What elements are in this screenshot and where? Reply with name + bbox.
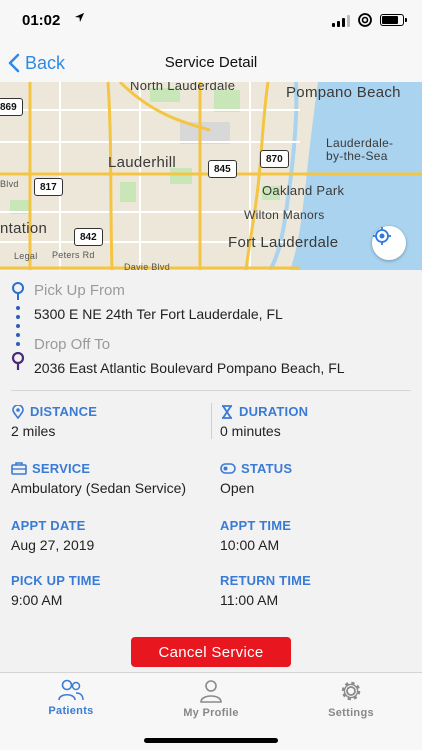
status-label: STATUS xyxy=(220,461,292,476)
tab-settings[interactable]: Settings xyxy=(296,679,406,725)
patients-icon xyxy=(58,679,84,701)
toggle-icon xyxy=(220,463,236,474)
status-time: 01:02 xyxy=(22,12,61,29)
route-shield-870: 870 xyxy=(260,150,289,168)
tab-my-profile[interactable]: My Profile xyxy=(156,679,266,725)
navigation-bar: Back Service Detail xyxy=(0,44,422,82)
return-time-label: RETURN TIME xyxy=(220,573,312,588)
tab-label-settings: Settings xyxy=(328,707,374,719)
locate-target-icon xyxy=(373,227,391,245)
home-indicator xyxy=(144,738,278,743)
profile-icon xyxy=(200,680,222,703)
vertical-divider xyxy=(211,403,212,439)
briefcase-icon xyxy=(11,462,27,475)
cellular-signal-icon xyxy=(332,15,352,27)
duration-label-text: DURATION xyxy=(239,404,309,419)
map-label-wilton-manors: Wilton Manors xyxy=(244,208,325,222)
appt-date-label: APPT DATE xyxy=(11,518,86,533)
dropoff-address: 2036 East Atlantic Boulevard Pompano Bea… xyxy=(34,360,345,376)
service-detail-content: Pick Up From 5300 E NE 24th Ter Fort Lau… xyxy=(0,270,422,672)
distance-value: 2 miles xyxy=(11,423,56,439)
route-map[interactable]: 869 845 870 817 842 North Lauderdale Pom… xyxy=(0,82,422,270)
map-label-oakland-park: Oakland Park xyxy=(262,183,345,198)
tab-label-patients: Patients xyxy=(48,705,94,717)
service-label: SERVICE xyxy=(11,461,90,476)
distance-label: DISTANCE xyxy=(11,404,97,419)
pickup-time-value: 9:00 AM xyxy=(11,592,63,608)
status-label-text: STATUS xyxy=(241,461,293,476)
distance-label-text: DISTANCE xyxy=(30,404,98,419)
return-time-value: 11:00 AM xyxy=(220,592,279,608)
route-shield-869: 869 xyxy=(0,98,23,116)
route-dots xyxy=(16,306,20,351)
appt-time-label: APPT TIME xyxy=(220,518,292,533)
appt-date-value: Aug 27, 2019 xyxy=(11,537,95,553)
location-arrow-icon xyxy=(74,12,85,26)
duration-value: 0 minutes xyxy=(220,423,281,439)
divider xyxy=(11,390,411,391)
dropoff-pin-icon xyxy=(11,351,25,377)
status-bar: 01:02 xyxy=(0,0,422,44)
pickup-pin-icon xyxy=(11,282,25,307)
map-label-lauderhill: Lauderhill xyxy=(108,154,177,171)
service-value: Ambulatory (Sedan Service) xyxy=(11,480,187,496)
service-label-text: SERVICE xyxy=(32,461,91,476)
map-label-davie-blvd: Davie Blvd xyxy=(124,262,171,270)
duration-label: DURATION xyxy=(220,404,308,419)
pickup-time-label: PICK UP TIME xyxy=(11,573,101,588)
location-pin-icon xyxy=(12,404,24,419)
map-label-lauderdale-by-the-sea-1: Lauderdale- xyxy=(326,136,394,150)
map-label-blvd: Blvd xyxy=(0,179,19,189)
route-shield-842: 842 xyxy=(74,228,103,246)
dropoff-label: Drop Off To xyxy=(34,336,111,353)
map-label-pompano-beach: Pompano Beach xyxy=(286,84,401,101)
map-label-north-lauderdale: North Lauderdale xyxy=(130,82,236,93)
appt-time-value: 10:00 AM xyxy=(220,537,280,553)
cancel-service-button[interactable]: Cancel Service xyxy=(131,637,291,667)
battery-icon xyxy=(380,14,407,26)
hourglass-icon xyxy=(222,404,232,419)
pickup-label: Pick Up From xyxy=(34,282,125,299)
locate-button[interactable] xyxy=(372,226,406,260)
settings-gear-icon xyxy=(341,681,361,701)
pickup-address: 5300 E NE 24th Ter Fort Lauderdale, FL xyxy=(34,306,283,322)
tab-label-my-profile: My Profile xyxy=(183,707,239,719)
map-label-fort-lauderdale: Fort Lauderdale xyxy=(228,234,339,251)
tab-patients[interactable]: Patients xyxy=(16,679,126,725)
route-shield-817: 817 xyxy=(34,178,63,196)
map-label-plantation: ntation xyxy=(0,220,48,237)
route-shield-845: 845 xyxy=(208,160,237,178)
status-value: Open xyxy=(220,480,255,496)
page-title: Service Detail xyxy=(164,54,258,71)
map-label-lauderdale-by-the-sea-2: by-the-Sea xyxy=(326,149,388,163)
battery-level xyxy=(382,16,399,24)
map-label-peters-rd: Peters Rd xyxy=(52,250,95,260)
wifi-icon xyxy=(356,13,374,27)
map-label-legal: Legal xyxy=(14,251,38,261)
